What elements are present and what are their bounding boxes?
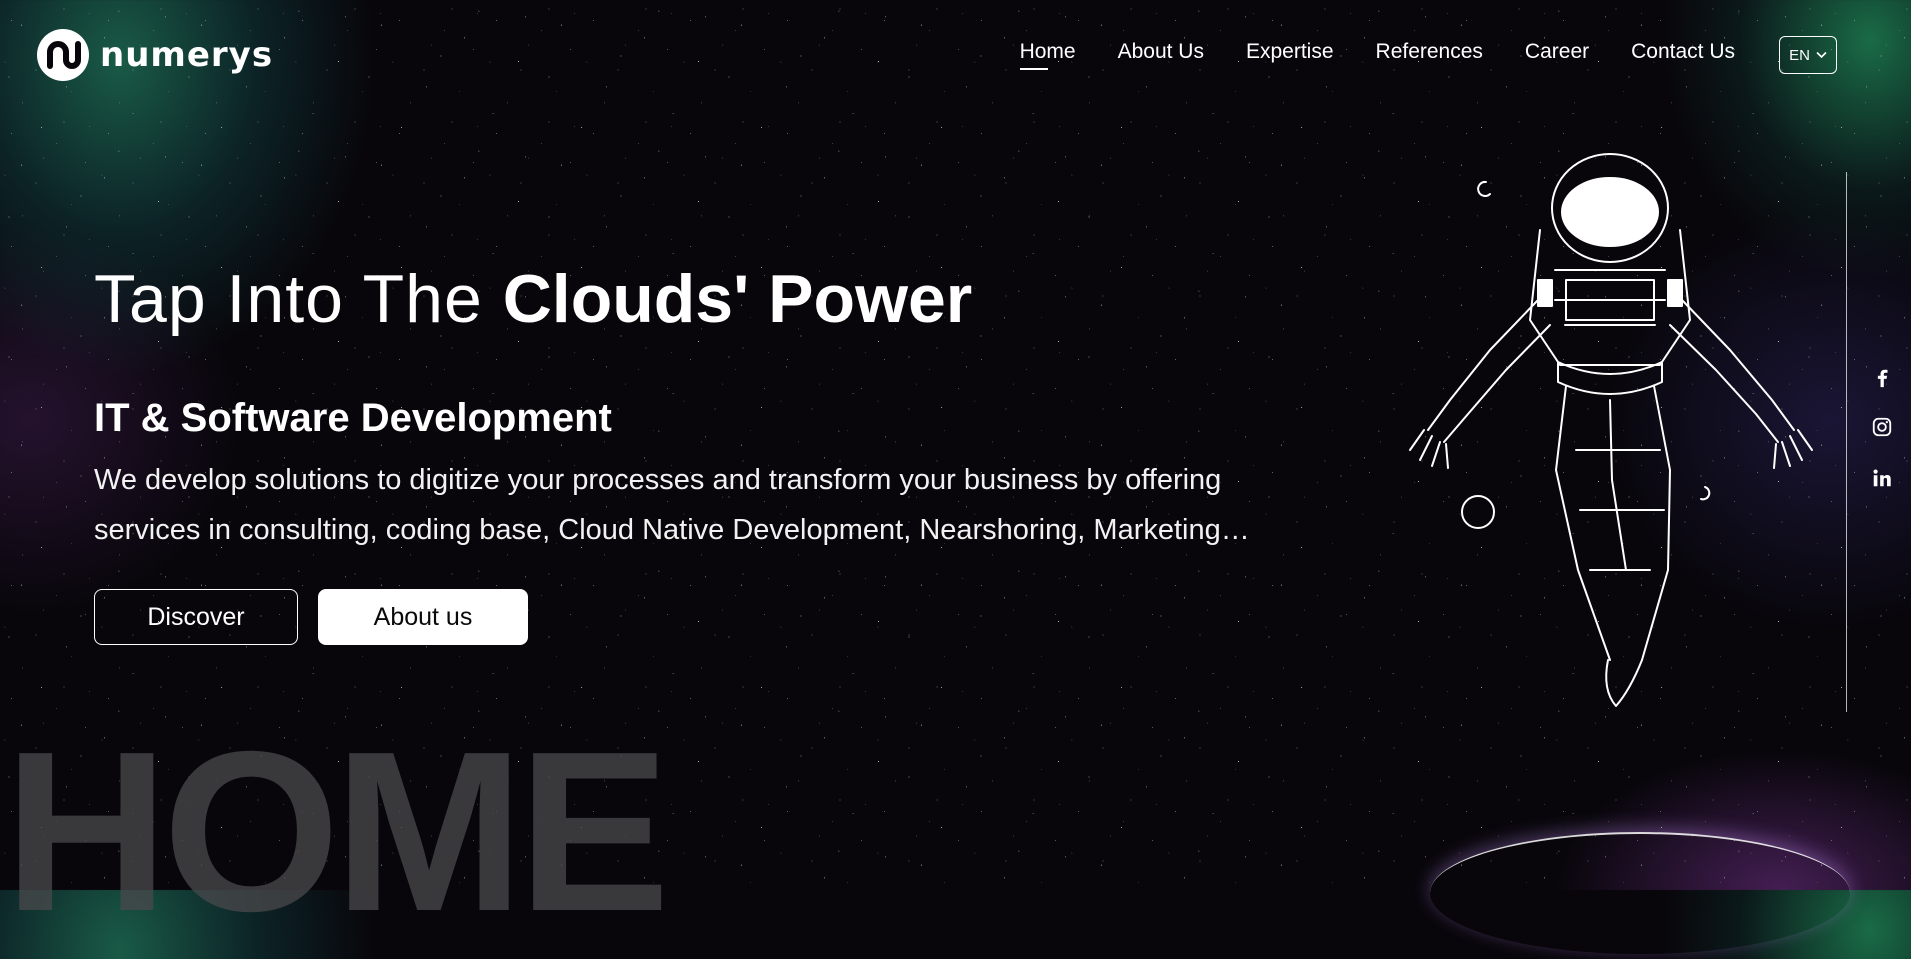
section-watermark: HOME [4,705,670,959]
instagram-icon [1872,417,1892,437]
facebook-link[interactable] [1870,366,1894,390]
hero-headline-bold: Clouds' Power [502,261,973,337]
linkedin-link[interactable] [1870,466,1894,490]
nav-item-references[interactable]: References [1376,40,1483,70]
instagram-link[interactable] [1870,415,1894,439]
chevron-down-icon [1816,51,1827,59]
hero-headline-light: Tap Into The [94,261,503,337]
brand-logo[interactable]: numerys [36,28,273,82]
language-select[interactable]: EN [1779,36,1837,74]
hero-subtitle: IT & Software Development [94,396,612,440]
facebook-icon [1877,369,1888,388]
main-nav: Home About Us Expertise References Caree… [1019,40,1735,70]
nav-item-career[interactable]: Career [1525,40,1589,70]
nav-item-home[interactable]: Home [1019,40,1076,70]
astronaut-illustration [1409,153,1813,707]
hero-actions: Discover About us [94,589,528,645]
language-select-value: EN [1789,46,1810,64]
numerys-logo-icon [37,29,89,81]
about-us-button[interactable]: About us [318,589,528,645]
social-divider [1846,172,1847,712]
discover-button[interactable]: Discover [94,589,298,645]
hero-headline: Tap Into The Clouds' Power [94,262,972,337]
planet-horizon [1430,832,1850,954]
nav-item-contact-us[interactable]: Contact Us [1631,40,1735,70]
nav-item-expertise[interactable]: Expertise [1246,40,1334,70]
linkedin-icon [1873,469,1891,487]
hero-description: We develop solutions to digitize your pr… [94,464,1250,546]
nav-item-about-us[interactable]: About Us [1118,40,1204,70]
brand-name: numerys [100,35,274,75]
